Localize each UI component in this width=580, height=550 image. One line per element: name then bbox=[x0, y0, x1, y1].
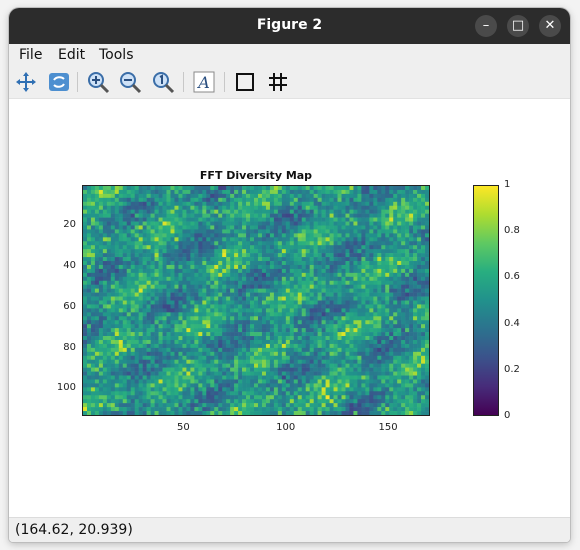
figure-canvas[interactable]: FFT Diversity Map 50 100 150 20 40 60 80 100 0 0… bbox=[9, 99, 570, 517]
y-tick-label: 20 bbox=[63, 218, 76, 230]
heatmap-image[interactable] bbox=[82, 185, 430, 416]
y-tick-label: 60 bbox=[63, 300, 76, 312]
menu-tools[interactable]: Tools bbox=[99, 47, 134, 63]
menu-file[interactable]: File bbox=[19, 47, 42, 63]
x-tick-label: 100 bbox=[276, 422, 296, 433]
x-tick-label: 50 bbox=[176, 422, 190, 433]
menu-edit[interactable]: Edit bbox=[58, 47, 85, 63]
maximize-icon: □ bbox=[511, 18, 525, 33]
status-bar: (164.62, 20.939) bbox=[9, 517, 570, 542]
toolbar: A bbox=[9, 66, 570, 99]
zoom-out-icon[interactable] bbox=[118, 70, 142, 94]
y-tick-label: 40 bbox=[63, 259, 76, 271]
colorbar-tick-label: 0 bbox=[504, 410, 511, 421]
zoom-reset-icon[interactable] bbox=[151, 70, 175, 94]
colorbar-tick-label: 0.8 bbox=[504, 225, 520, 237]
rotate-icon[interactable] bbox=[47, 70, 71, 94]
figure-window: Figure 2 – □ ✕ File Edit Tools A FFT Div… bbox=[9, 8, 570, 542]
close-button[interactable]: ✕ bbox=[539, 15, 561, 37]
toolbar-separator bbox=[183, 72, 184, 92]
toggle-grid-icon[interactable] bbox=[266, 70, 290, 94]
svg-text:A: A bbox=[196, 73, 210, 92]
toolbar-separator bbox=[224, 72, 225, 92]
close-icon: ✕ bbox=[544, 18, 556, 33]
colorbar-tick-label: 0.6 bbox=[504, 271, 520, 283]
insert-text-icon[interactable]: A bbox=[192, 70, 216, 94]
cursor-coordinates: (164.62, 20.939) bbox=[15, 522, 133, 538]
x-tick-label: 150 bbox=[378, 422, 398, 433]
pan-icon[interactable] bbox=[14, 70, 38, 94]
maximize-button[interactable]: □ bbox=[507, 15, 529, 37]
colorbar-tick-label: 0.4 bbox=[504, 317, 520, 329]
zoom-in-icon[interactable] bbox=[86, 70, 110, 94]
colorbar[interactable] bbox=[473, 185, 499, 416]
toggle-axes-box-icon[interactable] bbox=[233, 70, 257, 94]
colorbar-tick-label: 1 bbox=[504, 179, 511, 190]
menu-bar: File Edit Tools bbox=[9, 44, 570, 66]
minimize-button[interactable]: – bbox=[475, 15, 497, 37]
y-tick-label: 80 bbox=[63, 341, 76, 353]
y-tick-label: 100 bbox=[56, 382, 76, 394]
toolbar-separator bbox=[77, 72, 78, 92]
plot-title: FFT Diversity Map bbox=[199, 169, 313, 182]
minimize-icon: – bbox=[482, 18, 490, 33]
colorbar-tick-label: 0.2 bbox=[504, 363, 520, 375]
title-bar: Figure 2 – □ ✕ bbox=[9, 8, 570, 44]
